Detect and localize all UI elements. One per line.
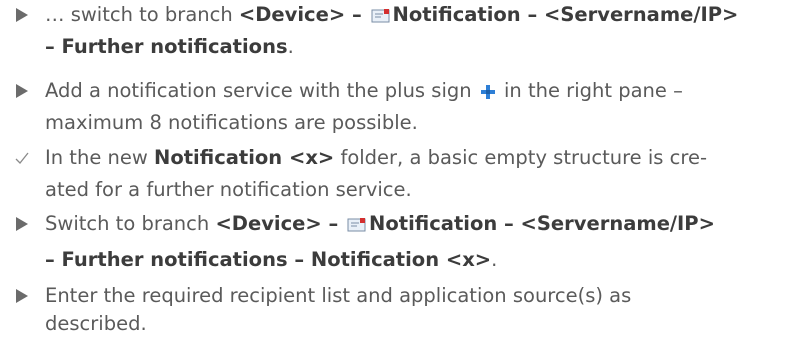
step-text: Switch to branch xyxy=(45,212,216,235)
step-1-line-1: … switch to branch <Device> – Notificati… xyxy=(45,2,738,28)
step-4-line-1: Switch to branch <Device> – Notification… xyxy=(45,211,715,237)
step-5-line-1: Enter the required recipient list and ap… xyxy=(45,283,631,309)
step-text: maximum 8 notifications are possible. xyxy=(45,111,418,134)
step-text: described. xyxy=(45,312,147,335)
triangle-right-icon xyxy=(16,8,28,22)
step-text: Add a notification service with the plus… xyxy=(45,79,478,102)
step-text: In the new xyxy=(45,146,155,169)
triangle-right-icon xyxy=(16,84,28,98)
mail-notification-icon xyxy=(347,218,366,232)
separator: – xyxy=(345,3,369,26)
mail-notification-icon xyxy=(371,9,390,23)
step-text: … switch to branch xyxy=(45,3,239,26)
device-branch: <Device> xyxy=(238,3,346,26)
step-3-line-1: In the new Notification <x> folder, a ba… xyxy=(45,145,707,171)
step-1-line-2: – Further notifications. xyxy=(45,34,294,60)
step-4-line-2: – Further notifications – Notification <… xyxy=(45,247,497,273)
notification-branch: Notification – <Servername/IP> xyxy=(369,212,715,235)
further-notifications-branch: – Further notifications – Notification <… xyxy=(45,248,492,271)
step-3-line-2: ated for a further notification service. xyxy=(45,177,412,203)
step-text: folder, a basic empty structure is cre- xyxy=(334,146,707,169)
notification-folder: Notification <x> xyxy=(154,146,335,169)
checkmark-icon xyxy=(15,152,29,164)
separator: – xyxy=(321,212,346,235)
step-text: Enter the required recipient list and ap… xyxy=(45,284,632,307)
notification-branch: Notification – <Servername/IP> xyxy=(392,3,739,26)
further-notifications-branch: – Further notifications xyxy=(45,35,288,58)
step-text: . xyxy=(287,35,294,58)
step-text: . xyxy=(491,248,498,271)
plus-icon xyxy=(480,85,495,99)
step-text: ated for a further notification service. xyxy=(45,178,412,201)
step-2-line-2: maximum 8 notifications are possible. xyxy=(45,110,418,136)
step-2-line-1: Add a notification service with the plus… xyxy=(45,78,683,104)
step-text: in the right pane – xyxy=(497,79,683,102)
triangle-right-icon xyxy=(16,289,28,303)
step-5-line-2: described. xyxy=(45,311,147,337)
device-branch: <Device> xyxy=(215,212,322,235)
triangle-right-icon xyxy=(16,217,28,231)
